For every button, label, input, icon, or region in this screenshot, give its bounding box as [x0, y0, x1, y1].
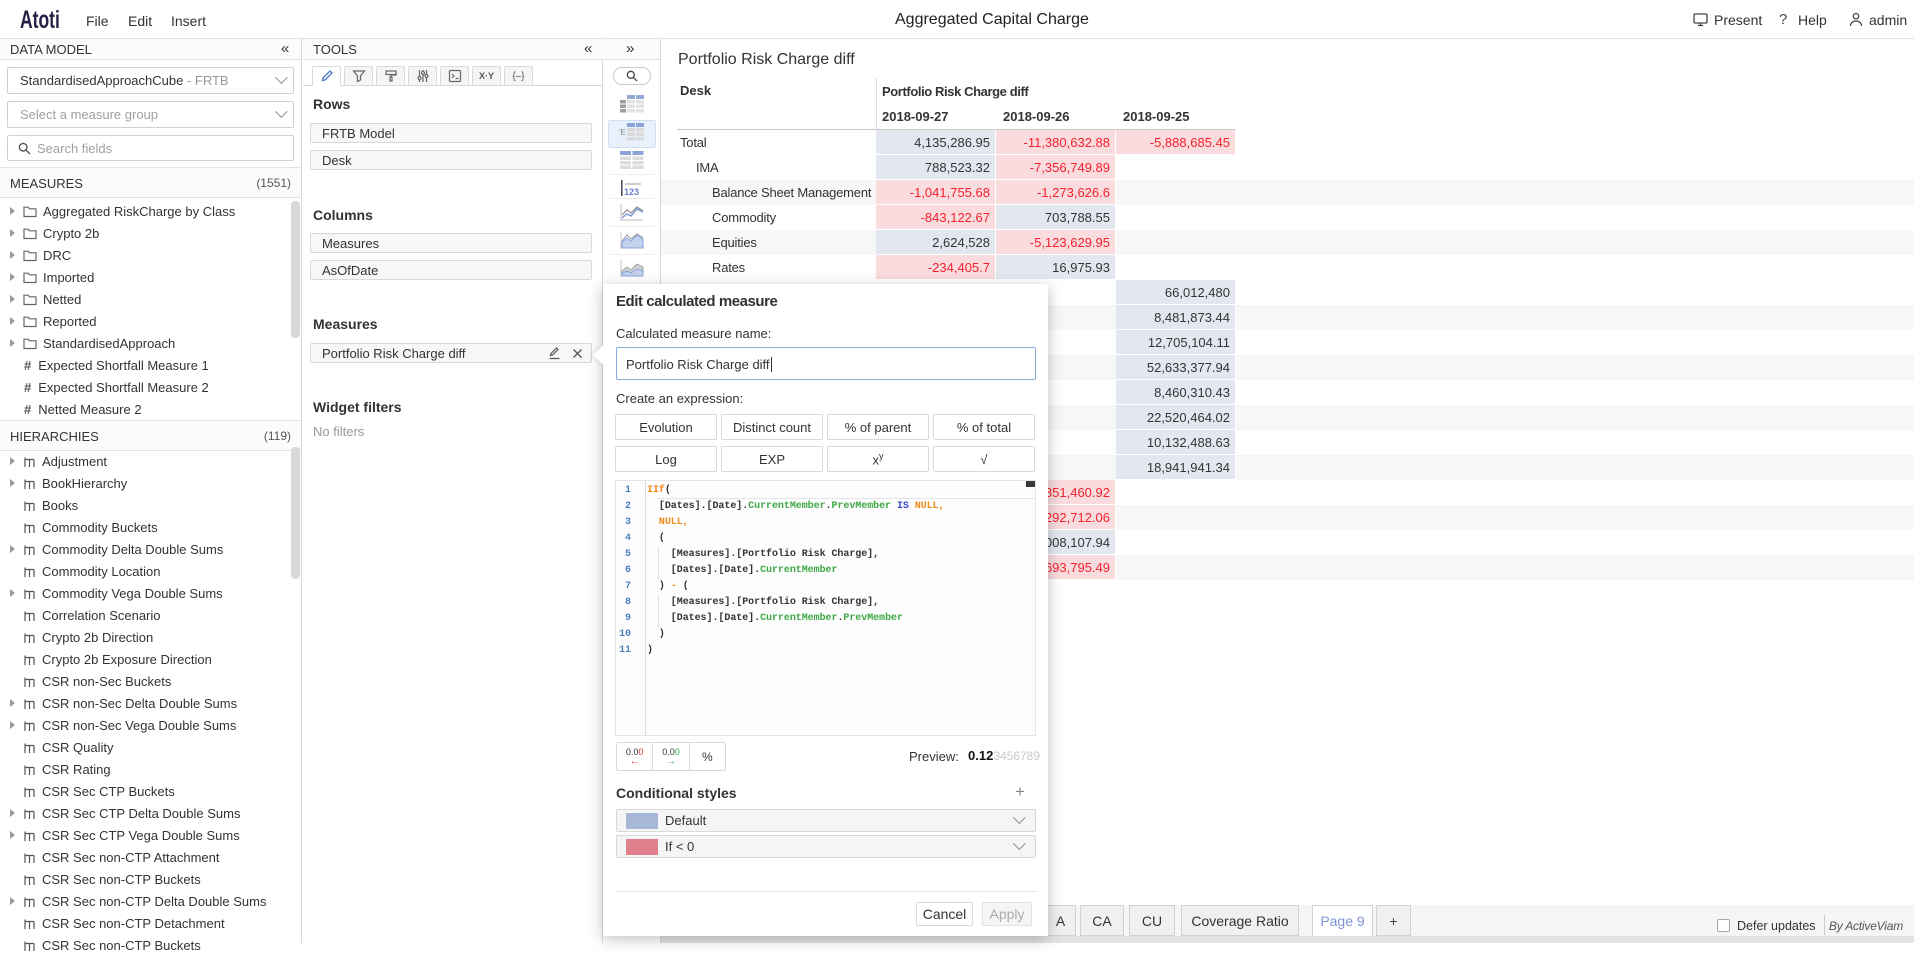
svg-text:'E: 'E	[619, 128, 626, 137]
svg-text:123: 123	[624, 187, 639, 197]
